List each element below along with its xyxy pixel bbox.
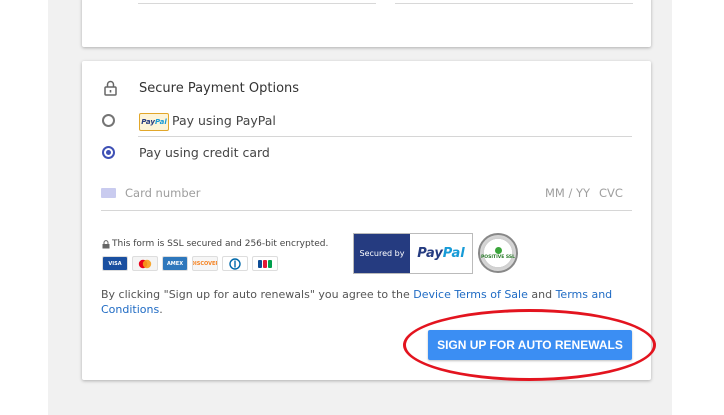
red-highlight-circle bbox=[403, 309, 656, 381]
paypal-radio[interactable] bbox=[102, 114, 115, 127]
amex-logo: AMEX bbox=[162, 256, 188, 271]
discover-logo: DISCOVER bbox=[192, 256, 218, 271]
lock-icon bbox=[102, 239, 110, 248]
device-terms-link[interactable]: Device Terms of Sale bbox=[413, 288, 528, 301]
ssl-notice: This form is SSL secured and 256-bit enc… bbox=[102, 239, 328, 249]
expiry-input[interactable]: MM / YY bbox=[545, 186, 590, 200]
cvc-input[interactable]: CVC bbox=[599, 186, 623, 200]
form-field-underline bbox=[395, 3, 633, 4]
paypal-option-label[interactable]: Pay using PayPal bbox=[172, 113, 276, 128]
page-left-margin bbox=[0, 0, 48, 415]
positive-ssl-seal: POSITIVE SSL bbox=[478, 233, 518, 273]
card-number-input[interactable]: Card number bbox=[125, 186, 200, 200]
ssl-notice-text: This form is SSL secured and 256-bit enc… bbox=[112, 239, 329, 249]
card-logos: VISA AMEX DISCOVER bbox=[102, 256, 278, 271]
previous-form-card bbox=[82, 0, 651, 47]
card-input-underline bbox=[101, 210, 632, 211]
paypal-logo: Pay Pal bbox=[139, 113, 169, 131]
credit-card-option-label[interactable]: Pay using credit card bbox=[139, 145, 270, 160]
secured-by-paypal-badge: Secured by Pay Pal bbox=[353, 233, 473, 274]
page-right-margin bbox=[672, 0, 724, 415]
jcb-logo bbox=[252, 256, 278, 271]
credit-card-radio[interactable] bbox=[102, 146, 115, 159]
secure-payment-title: Secure Payment Options bbox=[139, 81, 300, 96]
lock-icon bbox=[104, 80, 117, 96]
form-field-underline bbox=[138, 3, 376, 4]
divider bbox=[138, 136, 632, 137]
credit-card-icon bbox=[101, 188, 116, 198]
visa-logo: VISA bbox=[102, 256, 128, 271]
mastercard-logo bbox=[132, 256, 158, 271]
diners-logo bbox=[222, 256, 248, 271]
